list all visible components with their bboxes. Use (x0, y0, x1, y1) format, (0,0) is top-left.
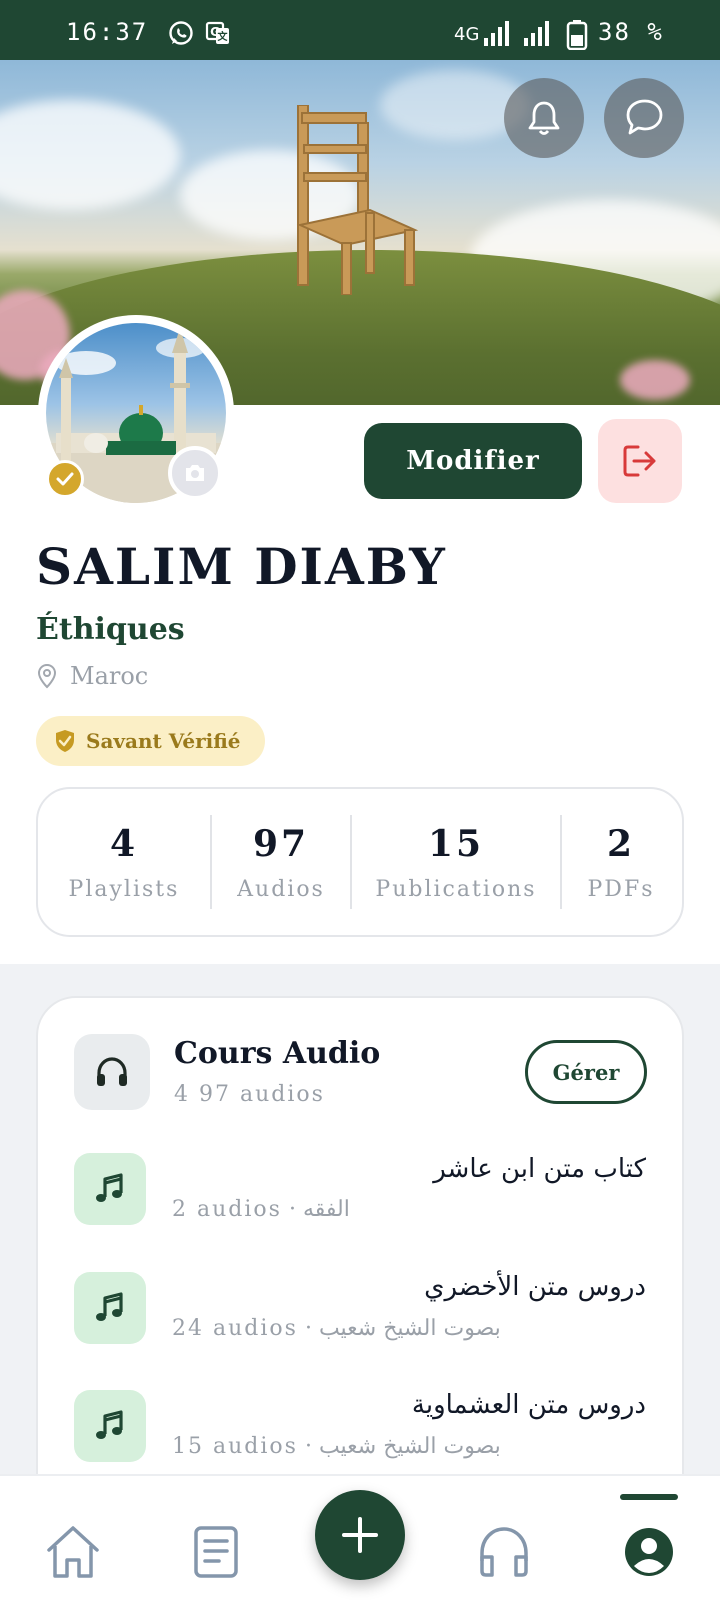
home-icon (47, 1526, 99, 1578)
stat-audios[interactable]: 97 Audios (212, 815, 350, 909)
logout-icon (623, 445, 656, 477)
nav-profile[interactable] (617, 1520, 681, 1584)
playlist-meta: 15 audios · بصوت الشيخ شعيب (172, 1434, 501, 1459)
playlist-category: الفقه (302, 1197, 350, 1222)
battery-percent: 38 % (598, 18, 664, 46)
stat-value: 15 (427, 822, 485, 865)
playlist-category: بصوت الشيخ شعيب (318, 1434, 501, 1459)
badge-label: Savant Vérifié (86, 729, 241, 753)
stats-panel: 4 Playlists 97 Audios 15 Publications 2 … (36, 787, 684, 937)
svg-text:文: 文 (218, 30, 229, 43)
stat-value: 2 (606, 822, 636, 865)
verified-check-icon (46, 460, 84, 498)
camera-icon (186, 465, 204, 481)
playlist-title[interactable]: كتاب متن ابن عاشر (186, 1154, 646, 1184)
manage-button[interactable]: Gérer (525, 1040, 647, 1104)
playlist-icon[interactable] (74, 1272, 146, 1344)
music-note-icon (96, 1173, 123, 1202)
edit-profile-button[interactable]: Modifier (364, 423, 582, 499)
playlist-count: 15 audios (172, 1434, 298, 1459)
active-tab-indicator (620, 1494, 678, 1500)
stat-label: Audios (237, 876, 325, 902)
location-pin-icon (37, 663, 57, 689)
playlist-count: 2 audios (172, 1197, 282, 1222)
bell-icon (528, 101, 560, 135)
profile-icon (625, 1528, 673, 1576)
document-icon (194, 1526, 238, 1578)
music-note-icon (96, 1292, 123, 1321)
playlist-title[interactable]: دروس متن العشماوية (186, 1390, 646, 1420)
stat-pdfs[interactable]: 2 PDFs (562, 815, 680, 909)
battery-icon (566, 20, 588, 50)
stat-label: PDFs (587, 876, 655, 902)
playlist-title[interactable]: دروس متن الأخضري (186, 1272, 646, 1302)
translate-icon: G 文 (205, 21, 229, 44)
headphones-icon (480, 1527, 528, 1577)
playlist-icon[interactable] (74, 1390, 146, 1462)
whatsapp-icon (169, 21, 193, 45)
location-text: Maroc (70, 662, 149, 690)
headphones-icon (97, 1057, 127, 1086)
network-type: 4G (454, 24, 480, 45)
playlist-icon[interactable] (74, 1153, 146, 1225)
nav-home[interactable] (41, 1520, 105, 1584)
profile-specialty: Éthiques (36, 612, 185, 647)
stat-publications[interactable]: 15 Publications (352, 815, 560, 909)
card-title: Cours Audio (174, 1036, 381, 1071)
nav-audio[interactable] (472, 1520, 536, 1584)
playlist-count: 24 audios (172, 1316, 298, 1341)
profile-name: SALIM DIABY (36, 537, 447, 596)
notifications-button[interactable] (504, 78, 584, 158)
stat-value: 4 (109, 822, 139, 865)
messages-button[interactable] (604, 78, 684, 158)
status-time: 16:37 (66, 18, 149, 46)
chair-illustration (296, 105, 419, 295)
signal-icon (484, 21, 509, 46)
change-photo-button[interactable] (168, 446, 222, 500)
shield-check-icon (56, 730, 74, 752)
playlist-meta: 2 audios · الفقه (172, 1197, 350, 1222)
stat-label: Publications (375, 876, 537, 902)
music-note-icon (96, 1410, 123, 1439)
stat-value: 97 (252, 822, 310, 865)
verified-badge: Savant Vérifié (36, 716, 265, 766)
card-icon (74, 1034, 150, 1110)
playlist-category: بصوت الشيخ شعيب (318, 1316, 501, 1341)
logout-button[interactable] (598, 419, 682, 503)
add-button[interactable] (315, 1490, 405, 1580)
chat-icon (626, 99, 663, 135)
nav-publications[interactable] (184, 1520, 248, 1584)
card-subtitle: 4 97 audios (174, 1082, 325, 1107)
playlist-meta: 24 audios · بصوت الشيخ شعيب (172, 1316, 501, 1341)
signal-icon-2 (524, 21, 549, 46)
plus-icon (342, 1517, 378, 1553)
stat-playlists[interactable]: 4 Playlists (38, 815, 210, 909)
status-bar: 16:37 G 文 4G 38 % (0, 0, 720, 60)
profile-location: Maroc (36, 662, 148, 690)
stat-label: Playlists (68, 876, 180, 902)
